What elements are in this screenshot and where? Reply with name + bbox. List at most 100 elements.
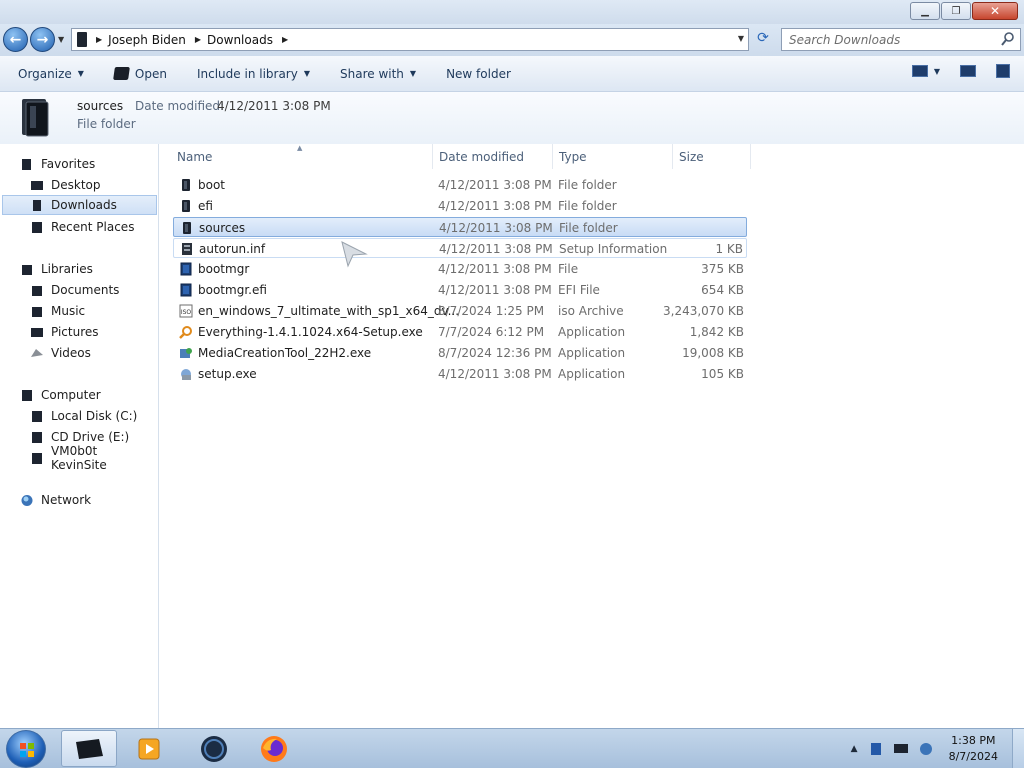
file-row[interactable]: efi 4/12/2011 3:08 PM File folder <box>173 196 747 216</box>
command-bar: Organize ▼ Open Include in library ▼ Share… <box>0 56 1024 92</box>
file-row[interactable]: boot 4/12/2011 3:08 PM File folder <box>173 175 747 195</box>
search-box[interactable] <box>781 28 1021 51</box>
nav-libraries[interactable]: Libraries <box>20 259 150 279</box>
network-status-icon[interactable] <box>868 742 884 756</box>
nav-favorites[interactable]: Favorites <box>20 154 150 174</box>
caret-down-icon: ▼ <box>77 69 84 78</box>
recent-pages-dropdown[interactable]: ▼ <box>58 35 64 44</box>
nav-pictures[interactable]: Pictures <box>30 322 150 342</box>
taskbar-media-player[interactable] <box>121 730 177 767</box>
taskbar-app-globe[interactable] <box>186 730 242 767</box>
folder-icon <box>77 32 87 47</box>
view-options-dropdown[interactable]: ▼ <box>934 67 940 76</box>
file-name: efi <box>198 199 213 213</box>
minimize-icon: ▁ <box>921 5 929 17</box>
nav-music[interactable]: Music <box>30 301 150 321</box>
file-row[interactable]: autorun.inf 4/12/2011 3:08 PM Setup Inform… <box>173 238 747 258</box>
minimize-button[interactable]: ▁ <box>910 2 940 20</box>
file-row[interactable]: Everything-1.4.1.1024.x64-Setup.exe 7/7/2… <box>173 322 747 342</box>
address-bar[interactable]: ▶ Joseph Biden ▶ Downloads ▶ ▼ <box>71 28 749 51</box>
breadcrumb-chevron-icon[interactable]: ▶ <box>195 35 201 44</box>
file-date: 4/12/2011 3:08 PM <box>438 199 552 213</box>
forward-button[interactable]: → <box>30 27 55 52</box>
column-header-date[interactable]: Date modified <box>433 144 553 169</box>
view-controls: ▼ <box>904 64 1010 78</box>
iso-icon: ISO <box>179 304 193 318</box>
hard-drive-icon <box>30 410 44 423</box>
back-button[interactable]: ← <box>3 27 28 52</box>
new-folder-button[interactable]: New folder <box>438 60 519 88</box>
open-button[interactable]: Open <box>106 60 175 88</box>
taskbar-explorer[interactable] <box>61 730 117 767</box>
setup-info-icon <box>182 243 192 255</box>
address-history-dropdown[interactable]: ▼ <box>738 34 744 43</box>
file-size: 375 KB <box>701 262 744 276</box>
show-desktop-button[interactable] <box>1012 729 1024 768</box>
file-date: 4/12/2011 3:08 PM <box>438 283 552 297</box>
refresh-icon: ⟳ <box>757 30 769 46</box>
file-name: en_windows_7_ultimate_with_sp1_x64_dv... <box>198 304 460 318</box>
clock-time: 1:38 PM <box>951 734 996 747</box>
nav-videos[interactable]: Videos <box>30 343 150 363</box>
column-date-label: Date modified <box>439 149 525 164</box>
nav-local-disk[interactable]: Local Disk (C:) <box>30 406 150 426</box>
nav-favorites-label: Favorites <box>41 157 96 171</box>
nav-network[interactable]: Network <box>20 490 150 510</box>
nav-desktop-label: Desktop <box>51 178 101 192</box>
folder-icon <box>182 200 190 212</box>
breadcrumb-downloads[interactable]: Downloads <box>207 33 273 47</box>
nav-computer[interactable]: Computer <box>20 385 150 405</box>
file-row[interactable]: ISO en_windows_7_ultimate_with_sp1_x64_dv… <box>173 301 747 321</box>
system-tray: ▲ 1:38 PM 8/7/2024 <box>851 729 1024 768</box>
nav-downloads[interactable]: Downloads <box>2 195 157 215</box>
title-bar: ▁ ❐ ✕ <box>0 0 1024 24</box>
clock[interactable]: 1:38 PM 8/7/2024 <box>949 733 998 765</box>
desktop-icon <box>30 179 44 192</box>
file-list: Name ▲ Date modified Type Size boot 4/12/… <box>160 144 1024 728</box>
media-player-icon <box>138 738 160 759</box>
help-icon[interactable] <box>996 64 1010 78</box>
column-size-label: Size <box>679 149 704 164</box>
folder-icon <box>183 222 191 234</box>
file-row[interactable]: MediaCreationTool_22H2.exe 8/7/2024 12:36… <box>173 343 747 363</box>
file-name: bootmgr <box>198 262 250 276</box>
taskbar-firefox[interactable] <box>246 730 302 767</box>
display-icon[interactable] <box>893 742 909 756</box>
nav-cd-drive-label: CD Drive (E:) <box>51 430 130 444</box>
column-header-type[interactable]: Type <box>553 144 673 169</box>
file-row[interactable]: bootmgr 4/12/2011 3:08 PM File 375 KB <box>173 259 747 279</box>
breadcrumb-chevron-icon[interactable]: ▶ <box>282 35 288 44</box>
volume-icon[interactable] <box>918 742 934 756</box>
file-row[interactable]: setup.exe 4/12/2011 3:08 PM Application 105… <box>173 364 747 384</box>
file-date: 4/12/2011 3:08 PM <box>439 242 553 256</box>
file-icon <box>180 262 192 276</box>
preview-pane-icon[interactable] <box>960 65 976 77</box>
refresh-button[interactable]: ⟳ <box>752 30 774 50</box>
file-type: File <box>558 262 579 276</box>
nav-network-share[interactable]: VM0b0t KevinSite <box>30 444 155 472</box>
nav-libraries-label: Libraries <box>41 262 93 276</box>
column-header-size[interactable]: Size <box>673 144 751 169</box>
include-in-library-button[interactable]: Include in library ▼ <box>189 60 318 88</box>
show-hidden-icons[interactable]: ▲ <box>851 744 858 754</box>
organize-button[interactable]: Organize ▼ <box>10 60 92 88</box>
file-date: 4/12/2011 3:08 PM <box>438 367 552 381</box>
nav-documents[interactable]: Documents <box>30 280 150 300</box>
breadcrumb-chevron-icon[interactable]: ▶ <box>96 35 102 44</box>
nav-network-label: Network <box>41 493 92 507</box>
maximize-button[interactable]: ❐ <box>941 2 971 20</box>
sort-ascending-icon: ▲ <box>297 144 303 152</box>
change-view-icon[interactable] <box>911 65 928 77</box>
breadcrumb-joseph-biden[interactable]: Joseph Biden <box>108 33 186 47</box>
search-input[interactable] <box>789 32 989 47</box>
file-row[interactable]: bootmgr.efi 4/12/2011 3:08 PM EFI File 654 … <box>173 280 747 300</box>
close-button[interactable]: ✕ <box>972 2 1018 20</box>
start-button[interactable] <box>6 730 46 768</box>
column-name-label: Name <box>177 149 213 164</box>
nav-recent-places[interactable]: Recent Places <box>30 217 150 237</box>
clock-date: 8/7/2024 <box>948 750 998 763</box>
share-with-button[interactable]: Share with ▼ <box>332 60 424 88</box>
nav-desktop[interactable]: Desktop <box>30 175 150 195</box>
search-icon[interactable] <box>1000 31 1016 47</box>
file-row[interactable]: sources 4/12/2011 3:08 PM File folder <box>173 217 747 237</box>
